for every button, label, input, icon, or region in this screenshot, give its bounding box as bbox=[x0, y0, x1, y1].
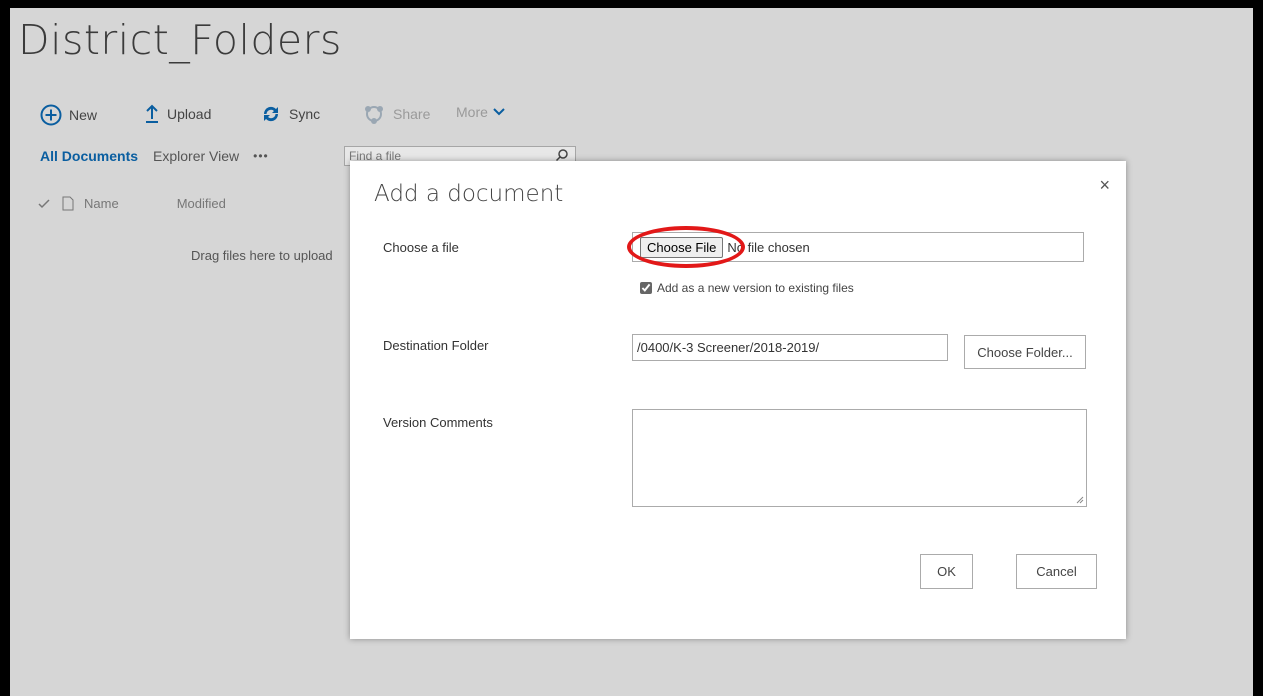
choose-folder-button[interactable]: Choose Folder... bbox=[964, 335, 1086, 369]
close-icon[interactable]: × bbox=[1099, 175, 1110, 196]
more-button[interactable]: More bbox=[456, 104, 505, 120]
file-input[interactable]: Choose File No file chosen bbox=[632, 232, 1084, 262]
version-comments-textarea[interactable] bbox=[632, 409, 1087, 507]
share-button[interactable]: Share bbox=[362, 104, 430, 124]
version-comments-label: Version Comments bbox=[383, 415, 493, 430]
column-name[interactable]: Name bbox=[84, 196, 119, 211]
sync-icon bbox=[263, 106, 279, 122]
checkmark-icon[interactable] bbox=[38, 198, 50, 209]
column-modified[interactable]: Modified bbox=[177, 196, 226, 211]
search-icon[interactable] bbox=[555, 148, 569, 162]
sync-label: Sync bbox=[289, 106, 321, 122]
new-button[interactable]: New bbox=[40, 104, 97, 126]
more-label: More bbox=[456, 104, 488, 120]
share-label: Share bbox=[393, 106, 431, 122]
add-version-checkbox-row[interactable]: Add as a new version to existing files bbox=[640, 281, 854, 295]
new-label: New bbox=[69, 107, 98, 123]
no-file-text: No file chosen bbox=[727, 239, 810, 255]
view-switcher: All Documents Explorer View ••• bbox=[40, 148, 269, 164]
resize-grip-icon[interactable] bbox=[1074, 494, 1084, 504]
upload-label: Upload bbox=[167, 106, 212, 122]
upload-arrow-icon bbox=[146, 104, 158, 123]
view-all-documents[interactable]: All Documents bbox=[40, 148, 138, 164]
drag-drop-hint: Drag files here to upload bbox=[191, 248, 333, 263]
add-document-dialog: Add a document × Choose a file Choose Fi… bbox=[350, 161, 1126, 639]
add-version-label: Add as a new version to existing files bbox=[657, 281, 854, 295]
view-more-icon[interactable]: ••• bbox=[253, 149, 269, 163]
document-icon bbox=[62, 196, 74, 211]
page-backdrop: District_Folders New Upload Sync Share M… bbox=[10, 8, 1253, 696]
chevron-down-icon bbox=[493, 108, 505, 116]
share-icon bbox=[365, 106, 383, 124]
ok-button[interactable]: OK bbox=[920, 554, 973, 589]
view-explorer[interactable]: Explorer View bbox=[153, 148, 239, 164]
sync-button[interactable]: Sync bbox=[260, 104, 320, 124]
choose-file-button[interactable]: Choose File bbox=[640, 236, 724, 258]
page-title: District_Folders bbox=[18, 16, 342, 64]
choose-file-label: Choose a file bbox=[383, 240, 459, 255]
dialog-title: Add a document bbox=[374, 181, 564, 207]
add-version-checkbox[interactable] bbox=[640, 282, 652, 294]
column-headers: Name Modified bbox=[38, 196, 226, 211]
destination-folder-label: Destination Folder bbox=[383, 338, 489, 353]
upload-button[interactable]: Upload bbox=[144, 104, 211, 124]
cancel-button[interactable]: Cancel bbox=[1016, 554, 1097, 589]
plus-circle-icon bbox=[40, 104, 62, 126]
destination-folder-input[interactable]: /0400/K-3 Screener/2018-2019/ bbox=[632, 334, 948, 361]
